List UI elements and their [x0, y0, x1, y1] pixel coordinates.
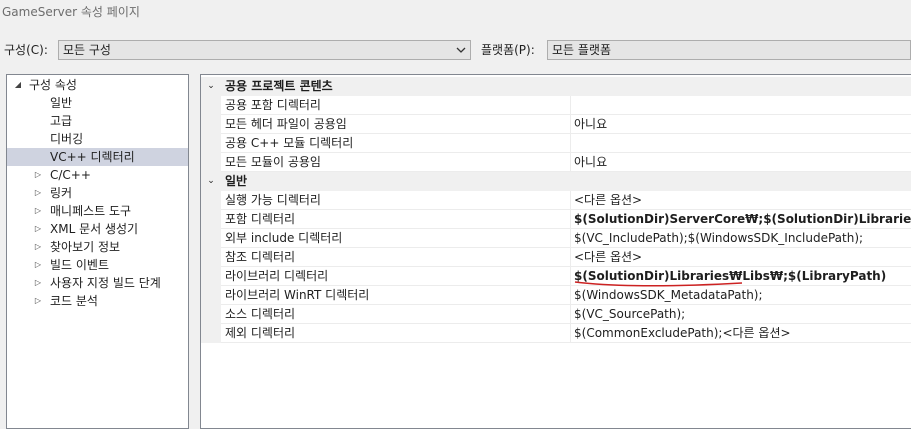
tree-item-build-events[interactable]: ▷ 빌드 이벤트 — [7, 256, 188, 274]
chevron-down-icon[interactable]: ⌄ — [206, 77, 216, 95]
property-grid: ⌄ 공용 프로젝트 콘텐츠 공용 포함 디렉터리 모든 헤더 파일이 공용임 아… — [200, 74, 911, 429]
property-value[interactable]: <다른 옵션> — [574, 248, 911, 266]
property-row[interactable]: 외부 include 디렉터리 $(VC_IncludePath);$(Wind… — [201, 229, 911, 248]
property-row[interactable]: 모든 헤더 파일이 공용임 아니요 — [201, 115, 911, 134]
tree-item-linker[interactable]: ▷ 링커 — [7, 184, 188, 202]
configuration-label: 구성(C): — [4, 43, 48, 57]
tree-item-label: VC++ 디렉터리 — [50, 150, 135, 164]
tree-item-custom-build-step[interactable]: ▷ 사용자 지정 빌드 단계 — [7, 274, 188, 292]
tree-item-label: 사용자 지정 빌드 단계 — [50, 276, 161, 290]
category-name: 공용 프로젝트 콘텐츠 — [225, 79, 333, 93]
property-row[interactable]: 라이브러리 WinRT 디렉터리 $(WindowsSDK_MetadataPa… — [201, 286, 911, 305]
property-row[interactable]: 소스 디렉터리 $(VC_SourcePath); — [201, 305, 911, 324]
triangle-right-icon[interactable]: ▷ — [33, 292, 43, 310]
window-title: GameServer 속성 페이지 — [2, 5, 140, 19]
tree-item-label: XML 문서 생성기 — [50, 222, 139, 236]
tree-item-label: 링커 — [50, 186, 73, 200]
property-row[interactable]: 포함 디렉터리 $(SolutionDir)ServerCore₩;$(Solu… — [201, 210, 911, 229]
triangle-right-icon[interactable]: ▷ — [33, 220, 43, 238]
tree-item-label: 디버깅 — [50, 132, 84, 146]
property-name: 소스 디렉터리 — [225, 307, 296, 321]
property-value[interactable]: $(CommonExcludePath);<다른 옵션> — [574, 324, 911, 342]
configuration-value: 모든 구성 — [63, 43, 111, 57]
tree-item-label: 찾아보기 정보 — [50, 240, 121, 254]
chevron-down-icon — [456, 47, 466, 53]
property-value[interactable]: 아니요 — [574, 153, 911, 171]
property-name: 참조 디렉터리 — [225, 250, 296, 264]
property-name: 라이브러리 WinRT 디렉터리 — [225, 288, 370, 302]
property-row[interactable]: 제외 디렉터리 $(CommonExcludePath);<다른 옵션> — [201, 324, 911, 343]
tree-item-debugging[interactable]: 디버깅 — [7, 130, 188, 148]
tree-item-vc-directories[interactable]: VC++ 디렉터리 — [7, 148, 188, 166]
tree-root-configuration-properties[interactable]: ◢ 구성 속성 — [7, 76, 188, 94]
tree-item-cpp[interactable]: ▷ C/C++ — [7, 166, 188, 184]
category-public-project-content[interactable]: ⌄ 공용 프로젝트 콘텐츠 — [201, 77, 911, 96]
property-name: 모든 모듈이 공용임 — [225, 155, 321, 169]
property-value[interactable]: <다른 옵션> — [574, 191, 911, 209]
tree-item-label: 코드 분석 — [50, 294, 98, 308]
tree-item-label: 일반 — [50, 96, 73, 110]
property-name: 모든 헤더 파일이 공용임 — [225, 117, 347, 131]
triangle-right-icon[interactable]: ▷ — [33, 202, 43, 220]
property-row[interactable]: 라이브러리 디렉터리 $(SolutionDir)Libraries₩Libs₩… — [201, 267, 911, 286]
property-value[interactable]: $(SolutionDir)Libraries₩Libs₩;$(LibraryP… — [574, 267, 911, 285]
property-value[interactable]: $(VC_SourcePath); — [574, 305, 911, 323]
tree-item-browse-info[interactable]: ▷ 찾아보기 정보 — [7, 238, 188, 256]
category-general[interactable]: ⌄ 일반 — [201, 172, 911, 191]
property-name: 공용 C++ 모듈 디렉터리 — [225, 136, 354, 150]
property-name: 라이브러리 디렉터리 — [225, 269, 329, 283]
property-value[interactable] — [574, 96, 911, 114]
property-name: 포함 디렉터리 — [225, 212, 296, 226]
category-name: 일반 — [225, 174, 248, 188]
platform-value: 모든 플랫폼 — [552, 43, 612, 57]
triangle-right-icon[interactable]: ▷ — [33, 166, 43, 184]
configuration-dropdown[interactable]: 모든 구성 — [58, 40, 471, 60]
tree-item-advanced[interactable]: 고급 — [7, 112, 188, 130]
property-row[interactable]: 참조 디렉터리 <다른 옵션> — [201, 248, 911, 267]
triangle-right-icon[interactable]: ▷ — [33, 274, 43, 292]
triangle-down-right-icon[interactable]: ◢ — [13, 76, 23, 94]
property-name: 외부 include 디렉터리 — [225, 231, 343, 245]
tree-item-manifest-tool[interactable]: ▷ 매니페스트 도구 — [7, 202, 188, 220]
platform-label: 플랫폼(P): — [481, 43, 535, 57]
tree-item-label: 매니페스트 도구 — [50, 204, 132, 218]
property-row[interactable]: 공용 포함 디렉터리 — [201, 96, 911, 115]
property-row[interactable]: 공용 C++ 모듈 디렉터리 — [201, 134, 911, 153]
tree-root-label: 구성 속성 — [29, 78, 77, 92]
tree-item-general[interactable]: 일반 — [7, 94, 188, 112]
property-tree: ◢ 구성 속성 일반 고급 디버깅 VC++ 디렉터리 ▷ C/C++ ▷ 링커… — [6, 74, 189, 429]
property-name: 제외 디렉터리 — [225, 326, 296, 340]
property-value[interactable]: $(WindowsSDK_MetadataPath); — [574, 286, 911, 304]
triangle-right-icon[interactable]: ▷ — [33, 238, 43, 256]
tree-item-code-analysis[interactable]: ▷ 코드 분석 — [7, 292, 188, 310]
chevron-down-icon[interactable]: ⌄ — [206, 172, 216, 190]
property-row[interactable]: 모든 모듈이 공용임 아니요 — [201, 153, 911, 172]
property-value[interactable] — [574, 134, 911, 152]
property-value[interactable]: $(SolutionDir)ServerCore₩;$(SolutionDir)… — [574, 210, 911, 228]
tree-item-label: 빌드 이벤트 — [50, 258, 110, 272]
triangle-right-icon[interactable]: ▷ — [33, 256, 43, 274]
tree-item-label: C/C++ — [50, 168, 91, 182]
property-value[interactable]: $(VC_IncludePath);$(WindowsSDK_IncludePa… — [574, 229, 911, 247]
property-name: 실행 가능 디렉터리 — [225, 193, 321, 207]
tree-item-xml-doc-generator[interactable]: ▷ XML 문서 생성기 — [7, 220, 188, 238]
platform-dropdown[interactable]: 모든 플랫폼 — [547, 40, 911, 60]
property-value[interactable]: 아니요 — [574, 115, 911, 133]
tree-item-label: 고급 — [50, 114, 73, 128]
triangle-right-icon[interactable]: ▷ — [33, 184, 43, 202]
property-name: 공용 포함 디렉터리 — [225, 98, 321, 112]
property-row[interactable]: 실행 가능 디렉터리 <다른 옵션> — [201, 191, 911, 210]
